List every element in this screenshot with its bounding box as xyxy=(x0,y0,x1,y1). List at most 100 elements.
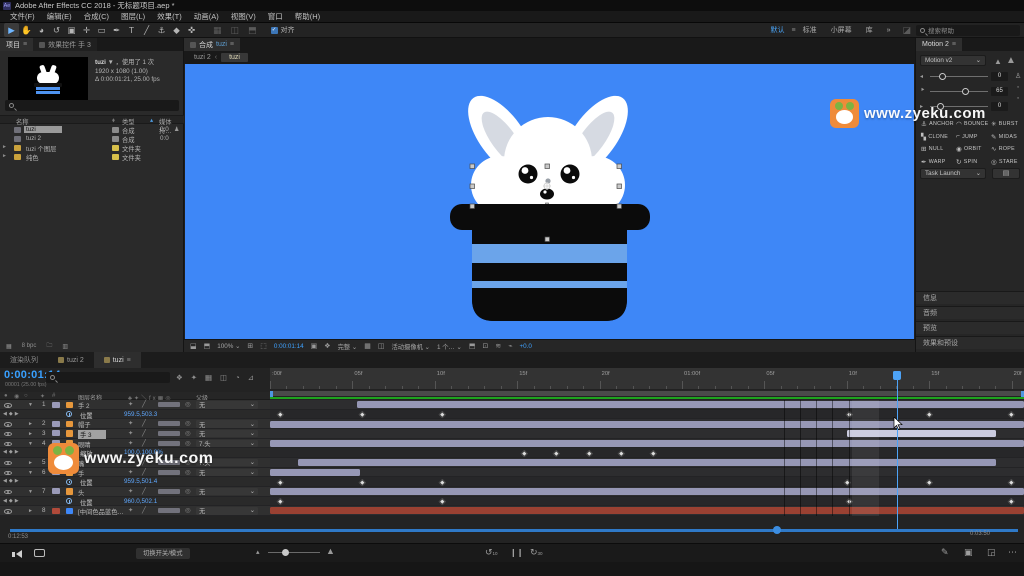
zoom-in-mountain-icon[interactable]: ▲ xyxy=(326,546,335,556)
label-color-chip[interactable] xyxy=(52,421,60,427)
project-columns-header[interactable]: 名称 ⬧ 类型 ▴ 媒体持… xyxy=(0,115,184,124)
screen-share-icon[interactable] xyxy=(34,549,45,557)
puppet-pin-tool[interactable]: ✜ xyxy=(184,23,199,37)
eye-icon[interactable] xyxy=(4,403,12,408)
workspace-small-screen[interactable]: 小屏幕 xyxy=(824,25,859,35)
motion-button-jump[interactable]: ⌐JUMP xyxy=(956,131,990,143)
keyframe[interactable] xyxy=(926,479,932,485)
expander-icon[interactable]: ► xyxy=(28,431,33,437)
new-folder-icon[interactable]: 🗀 xyxy=(46,341,52,351)
slider-track[interactable] xyxy=(930,91,988,92)
slider-knob[interactable] xyxy=(939,73,946,80)
falloff-small-icon[interactable]: ▲ xyxy=(994,57,1002,66)
expander-icon[interactable]: ► xyxy=(28,460,33,466)
mask-visibility-icon[interactable]: ⬚ xyxy=(260,342,267,350)
label-color-chip[interactable] xyxy=(52,508,60,514)
layer-duration-bar[interactable] xyxy=(270,421,1024,428)
type-tool[interactable]: T xyxy=(124,23,139,37)
falloff-large-icon[interactable]: ▲ xyxy=(1006,55,1016,66)
parent-dropdown[interactable]: 无⌄ xyxy=(196,430,258,438)
rewind-10-icon[interactable]: ↺10 xyxy=(485,547,498,558)
rotation-tool[interactable]: ↺ xyxy=(49,23,64,37)
viewer-timecode[interactable]: 0:00:01:14 xyxy=(274,343,304,350)
workspace-default[interactable]: 默认 xyxy=(763,25,791,35)
slider-value[interactable]: 65 xyxy=(991,87,1008,96)
quality-switch-icon[interactable]: ✦ xyxy=(128,401,133,408)
motion-button-spin[interactable]: ↻SPIN xyxy=(956,156,990,168)
keyframe[interactable] xyxy=(618,450,624,456)
speaker-icon[interactable] xyxy=(16,550,22,558)
motion-slider-0[interactable]: ◂0 xyxy=(920,71,1020,81)
align-checkbox[interactable]: ✓ xyxy=(271,27,278,34)
fullscreen-icon[interactable]: ◲ xyxy=(987,547,996,558)
menu-帮助H[interactable]: 帮助(H) xyxy=(289,11,326,22)
slider-knob[interactable] xyxy=(962,88,969,95)
panel-header-1[interactable]: 音频 xyxy=(916,306,1024,319)
tab-motion-2[interactable]: Motion 2≡ xyxy=(916,38,962,51)
layer-duration-bar[interactable] xyxy=(270,469,360,476)
zoom-tool[interactable]: ◕ xyxy=(34,23,49,37)
fx-switch-icon[interactable]: ╱ xyxy=(142,507,146,514)
property-row-位置[interactable]: ◀◆▶位置959.5,503.3 xyxy=(0,410,270,420)
parent-pickwhip-icon[interactable]: ◎ xyxy=(185,430,191,437)
brush-tool[interactable]: ╱ xyxy=(139,23,154,37)
switch-box[interactable] xyxy=(158,508,180,513)
slider-track[interactable] xyxy=(930,76,988,77)
keyframe[interactable] xyxy=(359,479,365,485)
keyframe[interactable] xyxy=(586,450,592,456)
keyframe[interactable] xyxy=(521,450,527,456)
eye-icon[interactable] xyxy=(4,461,12,466)
layer-track-眼睛[interactable] xyxy=(270,439,1024,449)
layer-row-手 2[interactable]: ▼1手 2✦╱◎无⌄ xyxy=(0,400,270,410)
anchor-widget[interactable]: ♙ ◦ ◦ xyxy=(1012,72,1024,116)
hand-tool[interactable]: ✋ xyxy=(19,23,34,37)
eye-icon[interactable] xyxy=(4,422,12,427)
keyframe[interactable] xyxy=(553,450,559,456)
fx-switch-icon[interactable]: ╱ xyxy=(142,488,146,495)
menu-动画A[interactable]: 动画(A) xyxy=(188,11,225,22)
motion-preset-dropdown[interactable]: Motion v2⌄ xyxy=(920,55,986,66)
switch-box[interactable] xyxy=(158,421,180,426)
clone-stamp-tool[interactable]: ⚓ xyxy=(154,23,169,37)
workspace-more[interactable]: » xyxy=(880,27,898,34)
quality-switch-icon[interactable]: ✦ xyxy=(128,507,133,514)
property-value[interactable]: 960.0,502.1 xyxy=(124,498,157,505)
eraser-tool[interactable]: ◆ xyxy=(169,23,184,37)
shape-tool[interactable]: ▭ xyxy=(94,23,109,37)
more-options-icon[interactable]: ⋯ xyxy=(1008,547,1017,558)
task-launch-button[interactable]: ▤ xyxy=(992,168,1020,179)
panel-menu-icon[interactable]: ≡ xyxy=(127,357,131,364)
eye-icon[interactable] xyxy=(4,432,12,437)
panel-menu-icon[interactable]: ≡ xyxy=(952,41,956,48)
project-search[interactable] xyxy=(5,100,179,111)
work-area-bar[interactable] xyxy=(270,390,1024,396)
menu-效果T[interactable]: 效果(T) xyxy=(151,11,188,22)
pause-icon[interactable]: ❙❙ xyxy=(510,548,523,557)
workspace-standard[interactable]: 标准 xyxy=(796,25,824,35)
layer-duration-bar[interactable] xyxy=(270,440,1024,447)
layer-row-头[interactable]: ▼7头✦╱◎无⌄ xyxy=(0,487,270,497)
timeline-zoom-slider[interactable] xyxy=(268,552,320,553)
timeline-button-icon[interactable]: ≋ xyxy=(495,342,501,350)
layer-duration-bar[interactable] xyxy=(270,507,1024,514)
layer-name[interactable]: 手 2 xyxy=(78,401,90,410)
project-item-tuzi 2[interactable]: tuzi 2合成0:0 xyxy=(0,134,184,143)
pan-behind-tool[interactable]: ✛ xyxy=(79,23,94,37)
motion-button-warp[interactable]: ✒WARP xyxy=(921,156,955,168)
task-launch-dropdown[interactable]: Task Launch⌄ xyxy=(920,168,986,179)
motion-slider-1[interactable]: ⯈65 xyxy=(920,86,1020,96)
label-chip[interactable] xyxy=(112,145,119,151)
draft-3d-icon[interactable]: ✦ xyxy=(191,373,197,382)
region-of-interest-icon[interactable]: ▦ xyxy=(364,342,371,350)
menu-图层L[interactable]: 图层(L) xyxy=(115,11,151,22)
keyframe-track-手[interactable] xyxy=(270,477,1024,487)
interpret-footage-icon[interactable]: ▦ xyxy=(6,343,12,350)
label-color-chip[interactable] xyxy=(52,402,60,408)
keyframe[interactable] xyxy=(1008,411,1014,417)
crumb-tuzi-2[interactable]: tuzi 2 xyxy=(194,54,211,61)
keyframe-track-手 2[interactable] xyxy=(270,410,1024,420)
label-color-chip[interactable] xyxy=(52,488,60,494)
zoom-level[interactable]: 100% ⌄ xyxy=(217,343,240,350)
timeline-search[interactable] xyxy=(46,372,170,383)
expander-icon[interactable]: ▼ xyxy=(28,470,33,476)
